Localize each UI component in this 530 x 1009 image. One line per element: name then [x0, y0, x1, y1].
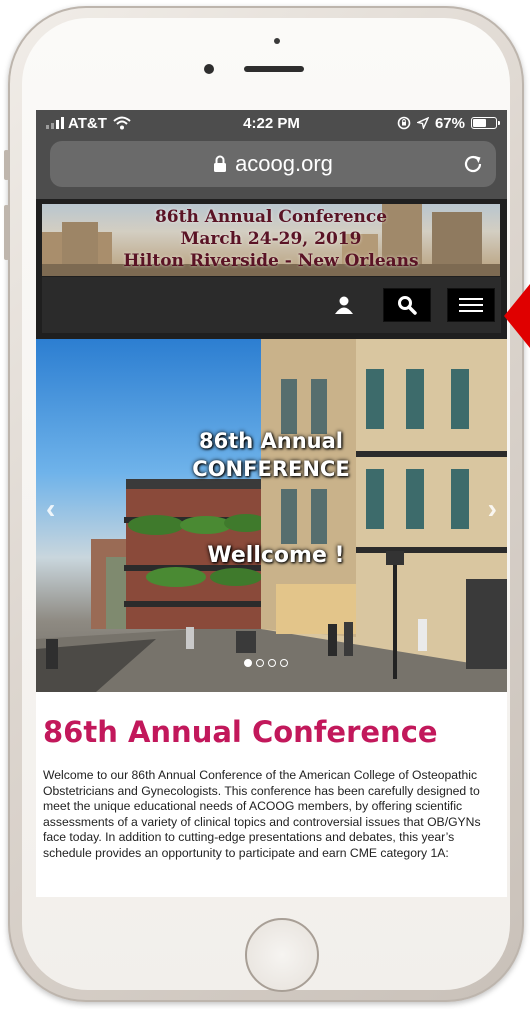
battery-icon: [471, 117, 500, 129]
search-icon: [397, 295, 417, 315]
hamburger-menu-icon: [459, 297, 483, 313]
hero-title-line1: 86th Annual: [199, 429, 343, 453]
browser-chrome: acoog.org: [36, 136, 507, 199]
main-content: 86th Annual Conference Welcome to our 86…: [36, 692, 507, 897]
user-icon: [334, 295, 354, 315]
page-heading: 86th Annual Conference: [43, 715, 438, 749]
french-quarter-photo: [36, 339, 507, 692]
location-arrow-icon: [416, 117, 429, 129]
signal-strength-icon: [46, 117, 64, 129]
phone-screen: AT&T 4:22 PM 67% acoog.org 86th Annual C…: [36, 110, 507, 897]
front-camera: [204, 64, 214, 74]
account-button[interactable]: [321, 289, 367, 321]
carousel-dot[interactable]: [280, 659, 288, 667]
hero-title-line2: CONFERENCE: [192, 457, 350, 481]
banner-venue: Hilton Riverside - New Orleans: [123, 251, 419, 271]
wifi-icon: [113, 116, 131, 130]
home-button[interactable]: [245, 918, 319, 992]
reload-icon[interactable]: [462, 153, 484, 181]
banner-title: 86th Annual Conference: [154, 207, 388, 227]
carousel-dot[interactable]: [268, 659, 276, 667]
carousel-next-button[interactable]: ›: [488, 495, 497, 523]
conference-banner[interactable]: 86th Annual Conference March 24-29, 2019…: [42, 204, 500, 276]
earpiece-speaker: [244, 66, 304, 72]
hero-welcome-text: Wellcome !: [207, 543, 345, 568]
carousel-prev-button[interactable]: ‹: [46, 495, 55, 523]
site-nav-bar: [42, 277, 501, 333]
address-bar[interactable]: acoog.org: [50, 141, 496, 187]
menu-button[interactable]: [447, 288, 495, 322]
volume-up-button[interactable]: [4, 205, 9, 260]
battery-level: [473, 119, 486, 127]
carrier-label: AT&T: [68, 114, 107, 132]
hero-carousel[interactable]: 86th Annual CONFERENCE Wellcome ! ‹ ›: [36, 339, 507, 692]
carousel-indicators: [244, 659, 288, 667]
intro-paragraph: Welcome to our 86th Annual Conference of…: [43, 768, 481, 860]
status-bar: AT&T 4:22 PM 67%: [36, 110, 507, 136]
annotation-arrow-icon: [504, 284, 530, 348]
hero-title: 86th Annual CONFERENCE: [156, 427, 386, 483]
proximity-sensor: [274, 38, 280, 44]
carousel-dot[interactable]: [244, 659, 252, 667]
rotation-lock-icon: [397, 116, 411, 130]
url-text: acoog.org: [235, 151, 333, 176]
battery-percent: 67%: [434, 114, 465, 132]
search-button[interactable]: [383, 288, 431, 322]
mute-switch[interactable]: [4, 150, 9, 180]
site-header: 86th Annual Conference March 24-29, 2019…: [36, 199, 507, 349]
carousel-dot[interactable]: [256, 659, 264, 667]
banner-text: 86th Annual Conference March 24-29, 2019…: [42, 206, 500, 272]
lock-icon: [213, 155, 227, 173]
banner-dates: March 24-29, 2019: [180, 229, 362, 249]
